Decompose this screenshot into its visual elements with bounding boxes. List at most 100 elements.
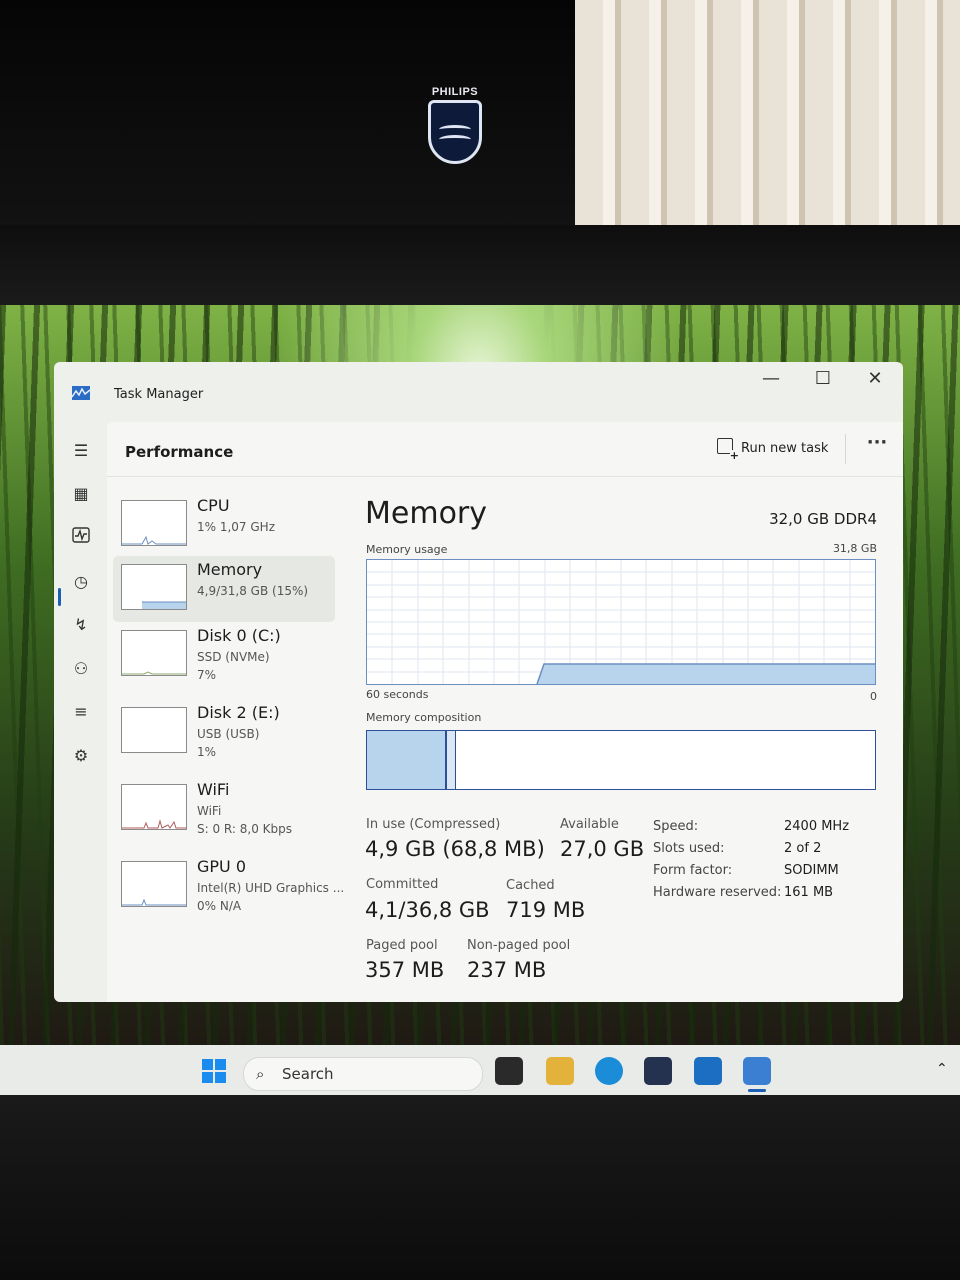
device-name: CPU [197, 496, 230, 515]
task-manager-icon[interactable] [743, 1057, 771, 1085]
device-cpu[interactable]: CPU 1% 1,07 GHz [113, 492, 335, 558]
startup-apps-icon[interactable]: ↯ [70, 614, 92, 636]
window-title: Task Manager [114, 387, 204, 402]
disk0-thumbnail-graph [121, 630, 187, 676]
file-explorer-icon[interactable] [546, 1057, 574, 1085]
task-manager-window: Task Manager — ☐ ✕ ☰ ▦ ◷ ↯ ⚇ ≡ ⚙ ⚙ Perfo… [54, 362, 903, 1002]
hardware-reserved-label: Hardware reserved: [653, 885, 782, 900]
hamburger-icon[interactable]: ☰ [70, 440, 92, 462]
close-button[interactable]: ✕ [850, 366, 900, 392]
title-bar[interactable]: Task Manager — ☐ ✕ [54, 362, 903, 422]
composition-label: Memory composition [366, 711, 482, 724]
composition-in-use-segment [367, 731, 447, 789]
device-detail: WiFi [197, 804, 222, 818]
active-indicator [58, 588, 61, 606]
speed-label: Speed: [653, 819, 699, 834]
cached-value: 719 MB [506, 898, 586, 922]
external-monitor [0, 0, 575, 230]
page-title: Performance [125, 443, 234, 461]
maximize-button[interactable]: ☐ [798, 366, 848, 392]
speed-value: 2400 MHz [784, 819, 850, 834]
philips-logo: PHILIPS [424, 86, 486, 170]
device-detail: 7% [197, 668, 217, 682]
graph-zero-label: 0 [870, 690, 877, 703]
memory-usage-graph [366, 559, 876, 685]
search-icon: ⌕ [256, 1065, 265, 1083]
available-label: Available [560, 817, 619, 832]
device-name: GPU 0 [197, 857, 247, 876]
device-name: WiFi [197, 780, 230, 799]
details-icon[interactable]: ≡ [70, 701, 92, 723]
header-divider [107, 476, 903, 477]
graph-time-label: 60 seconds [366, 688, 429, 701]
philips-brand-text: PHILIPS [431, 86, 479, 98]
users-icon[interactable]: ⚇ [70, 658, 92, 680]
toolbar-divider [845, 434, 846, 464]
hardware-reserved-value: 161 MB [784, 885, 834, 900]
search-placeholder: Search [282, 1065, 334, 1083]
usage-graph-svg [367, 560, 875, 685]
performance-panel: Performance Run new task ··· CPU 1% 1,07… [107, 422, 903, 1002]
device-detail: 1% [197, 745, 217, 759]
app-history-icon[interactable]: ◷ [70, 571, 92, 593]
active-app-indicator [748, 1089, 766, 1092]
curtain-background [575, 0, 960, 225]
run-new-task-button[interactable]: Run new task [717, 434, 828, 464]
memory-spec: 32,0 GB DDR4 [769, 510, 877, 528]
monitor-top-background: PHILIPS [0, 0, 960, 305]
start-button[interactable] [202, 1059, 226, 1083]
cached-label: Cached [506, 878, 555, 893]
device-disk-2[interactable]: Disk 2 (E:) USB (USB) 1% [113, 699, 335, 765]
available-value: 27,0 GB [560, 837, 645, 861]
device-detail: USB (USB) [197, 727, 260, 741]
performance-icon[interactable] [70, 527, 92, 549]
committed-label: Committed [366, 877, 439, 892]
device-gpu-0[interactable]: GPU 0 Intel(R) UHD Graphics ... 0% N/A [113, 853, 344, 919]
minimize-button[interactable]: — [746, 366, 796, 392]
outlook-icon[interactable] [694, 1057, 722, 1085]
slots-used-value: 2 of 2 [784, 841, 822, 856]
usage-graph-label: Memory usage [366, 543, 448, 556]
non-paged-pool-label: Non-paged pool [467, 938, 571, 953]
device-detail: S: 0 R: 8,0 Kbps [197, 822, 293, 836]
taskbar: ⌕ Search ⌃ [0, 1045, 960, 1095]
form-factor-label: Form factor: [653, 863, 733, 878]
cpu-thumbnail-graph [121, 500, 187, 546]
more-options-button[interactable]: ··· [859, 432, 895, 453]
navigation-rail: ☰ ▦ ◷ ↯ ⚇ ≡ ⚙ ⚙ [54, 422, 106, 1002]
paged-pool-value: 357 MB [365, 958, 445, 982]
taskbar-search[interactable]: ⌕ Search [243, 1057, 483, 1091]
device-name: Disk 2 (E:) [197, 703, 280, 722]
in-use-label: In use (Compressed) [366, 817, 501, 832]
memory-thumbnail-graph [121, 564, 187, 610]
device-name: Memory [197, 560, 263, 579]
paged-pool-label: Paged pool [366, 938, 438, 953]
new-task-icon [717, 438, 739, 461]
chevron-up-icon[interactable]: ⌃ [936, 1061, 948, 1077]
non-paged-pool-value: 237 MB [467, 958, 547, 982]
wifi-thumbnail-graph [121, 784, 187, 830]
in-use-value: 4,9 GB (68,8 MB) [365, 837, 545, 861]
slots-used-label: Slots used: [653, 841, 725, 856]
device-wifi[interactable]: WiFi WiFi S: 0 R: 8,0 Kbps [113, 776, 335, 842]
store-icon[interactable] [644, 1057, 672, 1085]
disk2-thumbnail-graph [121, 707, 187, 753]
services-icon[interactable]: ⚙ [70, 745, 92, 767]
processes-icon[interactable]: ▦ [70, 483, 92, 505]
device-disk-0[interactable]: Disk 0 (C:) SSD (NVMe) 7% [113, 622, 335, 688]
device-detail: 4,9/31,8 GB (15%) [197, 584, 309, 598]
composition-modified-segment [447, 731, 456, 789]
device-memory[interactable]: Memory 4,9/31,8 GB (15%) [113, 556, 335, 622]
run-new-task-label: Run new task [741, 441, 829, 456]
edge-icon[interactable] [595, 1057, 623, 1085]
usage-graph-max: 31,8 GB [832, 542, 877, 555]
task-view-icon[interactable] [495, 1057, 523, 1085]
memory-composition-bar [366, 730, 876, 790]
form-factor-value: SODIMM [784, 863, 839, 878]
device-detail: Intel(R) UHD Graphics ... [197, 881, 345, 895]
committed-value: 4,1/36,8 GB [365, 898, 490, 922]
gpu-thumbnail-graph [121, 861, 187, 907]
device-detail: SSD (NVMe) [197, 650, 270, 664]
laptop-top-bezel [0, 225, 960, 305]
device-detail: 0% N/A [197, 899, 242, 913]
